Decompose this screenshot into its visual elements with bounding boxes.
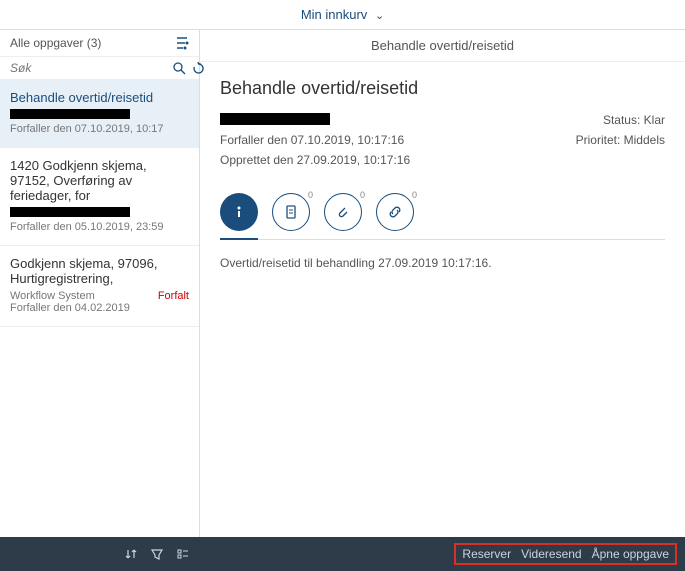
chevron-down-icon: ⌄ [375, 10, 384, 22]
task-due: Forfaller den 04.02.2019 [10, 302, 189, 314]
sort-settings-icon[interactable] [175, 36, 189, 50]
task-status-overdue: Forfalt [158, 290, 189, 302]
search-icon[interactable] [173, 62, 186, 75]
task-title: 1420 Godkjenn skjema, 97152, Overføring … [10, 158, 189, 203]
tab-info[interactable] [220, 193, 258, 231]
tab-notes[interactable]: 0 [272, 193, 310, 231]
sort-icon[interactable] [124, 547, 138, 561]
detail-due: Forfaller den 07.10.2019, 10:17:16 [220, 133, 576, 147]
task-title: Godkjenn skjema, 97096, Hurtigregistreri… [10, 256, 189, 286]
priority-row: Prioritet: Middels [576, 133, 665, 147]
tab-notes-badge: 0 [308, 190, 313, 200]
redacted-text [10, 207, 130, 217]
forward-button[interactable]: Videresend [521, 547, 582, 561]
detail-header: Behandle overtid/reisetid [200, 30, 685, 62]
tab-links[interactable]: 0 [376, 193, 414, 231]
task-title: Behandle overtid/reisetid [10, 90, 189, 105]
filter-icon[interactable] [150, 547, 164, 561]
inbox-dropdown[interactable]: Min innkurv ⌄ [301, 7, 384, 22]
search-input[interactable] [10, 61, 167, 75]
inbox-title: Min innkurv [301, 7, 367, 22]
detail-title: Behandle overtid/reisetid [220, 78, 665, 99]
reserve-button[interactable]: Reserver [462, 547, 511, 561]
redacted-text [220, 113, 330, 125]
detail-note: Overtid/reisetid til behandling 27.09.20… [220, 256, 665, 270]
action-buttons-highlight: Reserver Videresend Åpne oppgave [454, 543, 677, 565]
group-icon[interactable] [176, 547, 190, 561]
task-due: Forfaller den 05.10.2019, 23:59 [10, 221, 189, 233]
tab-attachments[interactable]: 0 [324, 193, 362, 231]
tab-underline [220, 238, 258, 240]
open-task-button[interactable]: Åpne oppgave [592, 547, 669, 561]
all-tasks-label: Alle oppgaver (3) [10, 36, 101, 50]
tab-attachments-badge: 0 [360, 190, 365, 200]
status-row: Status: Klar [576, 113, 665, 127]
task-system: Workflow System [10, 290, 95, 302]
redacted-text [10, 109, 130, 119]
detail-created: Opprettet den 27.09.2019, 10:17:16 [220, 153, 576, 167]
task-item[interactable]: Godkjenn skjema, 97096, Hurtigregistreri… [0, 246, 199, 327]
tab-links-badge: 0 [412, 190, 417, 200]
task-item[interactable]: Behandle overtid/reisetid Forfaller den … [0, 80, 199, 148]
task-due: Forfaller den 07.10.2019, 10:17 [10, 123, 189, 135]
task-item[interactable]: 1420 Godkjenn skjema, 97152, Overføring … [0, 148, 199, 246]
